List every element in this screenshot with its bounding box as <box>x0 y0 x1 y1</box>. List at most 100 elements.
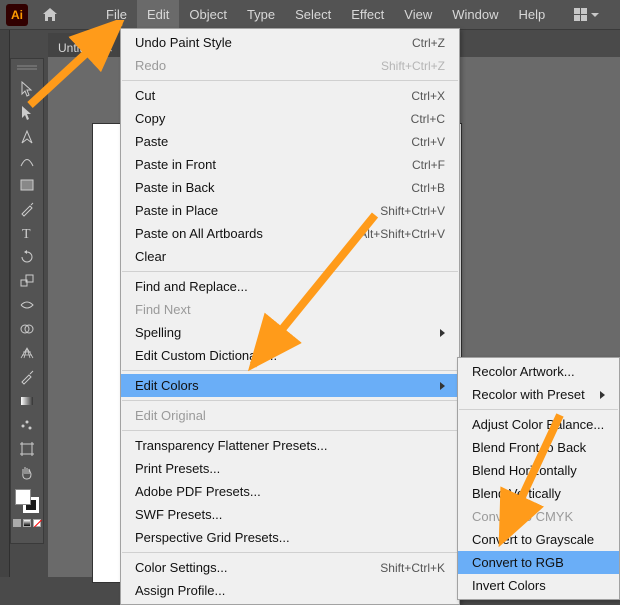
artboard-tool[interactable] <box>14 437 40 461</box>
menu-item[interactable]: Paste in Back Ctrl+B <box>121 176 459 199</box>
home-button[interactable] <box>38 3 62 27</box>
menu-item[interactable]: SWF Presets... <box>121 503 459 526</box>
scale-tool[interactable] <box>14 269 40 293</box>
perspective-grid-tool[interactable] <box>14 341 40 365</box>
menu-separator <box>122 400 458 401</box>
submenu-arrow-icon <box>440 329 445 337</box>
rectangle-tool[interactable] <box>14 173 40 197</box>
app-logo[interactable]: Ai <box>6 4 28 26</box>
menu-item-label: Paste in Front <box>135 157 216 172</box>
menu-item-label: Invert Colors <box>472 578 546 593</box>
submenu-arrow-icon <box>600 391 605 399</box>
menu-separator <box>122 80 458 81</box>
menu-item[interactable]: PasteCtrl+V <box>121 130 459 153</box>
hand-tool[interactable] <box>14 461 40 485</box>
tools-panel: T <box>10 58 44 544</box>
menu-item[interactable]: Edit Custom Dictionary... <box>121 344 459 367</box>
menu-item-label: Perspective Grid Presets... <box>135 530 290 545</box>
menu-item[interactable]: Recolor Artwork... <box>458 360 619 383</box>
menu-item-label: Find Next <box>135 302 191 317</box>
menu-separator <box>459 409 618 410</box>
menu-item[interactable]: Transparency Flattener Presets... <box>121 434 459 457</box>
menu-item: Edit Original <box>121 404 459 427</box>
menu-shortcut: Ctrl+B <box>411 181 445 195</box>
menu-item-label: Cut <box>135 88 155 103</box>
direct-selection-tool[interactable] <box>14 101 40 125</box>
menu-effect[interactable]: Effect <box>341 0 394 29</box>
menu-help[interactable]: Help <box>508 0 555 29</box>
width-tool[interactable] <box>14 293 40 317</box>
none-mode[interactable] <box>33 519 41 527</box>
menu-item[interactable]: Undo Paint StyleCtrl+Z <box>121 31 459 54</box>
gradient-tool[interactable] <box>14 389 40 413</box>
menu-shortcut: Alt+Shift+Ctrl+V <box>359 227 445 241</box>
menu-type[interactable]: Type <box>237 0 285 29</box>
menu-shortcut: Shift+Ctrl+K <box>380 561 445 575</box>
menu-item-label: Paste in Place <box>135 203 218 218</box>
menu-separator <box>122 271 458 272</box>
menu-item-label: Paste in Back <box>135 180 215 195</box>
menu-item[interactable]: Blend Vertically <box>458 482 619 505</box>
menu-item[interactable]: Perspective Grid Presets... <box>121 526 459 549</box>
type-tool[interactable]: T <box>14 221 40 245</box>
close-icon[interactable]: × <box>105 40 113 56</box>
menu-item-label: Recolor with Preset <box>472 387 585 402</box>
menu-window[interactable]: Window <box>442 0 508 29</box>
menu-item-label: Print Presets... <box>135 461 220 476</box>
menu-shortcut: Ctrl+C <box>411 112 445 126</box>
workspace-switcher[interactable] <box>571 5 602 24</box>
menu-item-label: Edit Original <box>135 408 206 423</box>
menu-item-label: Paste <box>135 134 168 149</box>
symbol-sprayer-tool[interactable] <box>14 413 40 437</box>
menu-view[interactable]: View <box>394 0 442 29</box>
menu-item[interactable]: CutCtrl+X <box>121 84 459 107</box>
fill-swatch[interactable] <box>15 489 31 505</box>
menu-edit[interactable]: Edit <box>137 0 179 29</box>
menu-shortcut: Ctrl+Z <box>412 36 445 50</box>
menu-item[interactable]: Assign Profile... <box>121 579 459 602</box>
selection-tool[interactable] <box>14 77 40 101</box>
menu-item[interactable]: Find and Replace... <box>121 275 459 298</box>
draw-mode-row <box>13 519 41 533</box>
menu-item[interactable]: Paste on All ArtboardsAlt+Shift+Ctrl+V <box>121 222 459 245</box>
menu-item-label: Copy <box>135 111 165 126</box>
menu-item[interactable]: Paste in Front Ctrl+F <box>121 153 459 176</box>
menu-item[interactable]: Edit Colors <box>121 374 459 397</box>
menu-select[interactable]: Select <box>285 0 341 29</box>
menu-item[interactable]: Paste in PlaceShift+Ctrl+V <box>121 199 459 222</box>
pen-tool[interactable] <box>14 125 40 149</box>
menu-item[interactable]: Print Presets... <box>121 457 459 480</box>
menu-item[interactable]: Blend Front to Back <box>458 436 619 459</box>
document-title: Untitled <box>58 41 99 55</box>
curvature-tool[interactable] <box>14 149 40 173</box>
menu-item: Find Next <box>121 298 459 321</box>
menu-item[interactable]: Color Settings...Shift+Ctrl+K <box>121 556 459 579</box>
menu-bar: Ai File Edit Object Type Select Effect V… <box>0 0 620 30</box>
menu-item[interactable]: Copy Ctrl+C <box>121 107 459 130</box>
shape-builder-tool[interactable] <box>14 317 40 341</box>
menu-shortcut: Ctrl+F <box>412 158 445 172</box>
menu-item[interactable]: Invert Colors <box>458 574 619 597</box>
menu-separator <box>122 552 458 553</box>
eyedropper-tool[interactable] <box>14 365 40 389</box>
menu-item[interactable]: Adjust Color Balance... <box>458 413 619 436</box>
menu-object[interactable]: Object <box>179 0 237 29</box>
color-mode[interactable] <box>13 519 21 527</box>
menu-file[interactable]: File <box>96 0 137 29</box>
menu-item[interactable]: Spelling <box>121 321 459 344</box>
document-tab[interactable]: Untitled × <box>48 33 123 57</box>
menu-item[interactable]: Blend Horizontally <box>458 459 619 482</box>
menu-item[interactable]: Convert to RGB <box>458 551 619 574</box>
menu-item[interactable]: Recolor with Preset <box>458 383 619 406</box>
menu-item: RedoShift+Ctrl+Z <box>121 54 459 77</box>
menu-item[interactable]: Adobe PDF Presets... <box>121 480 459 503</box>
fill-stroke-control[interactable] <box>15 489 39 513</box>
gradient-mode[interactable] <box>23 519 31 527</box>
panel-grip[interactable] <box>14 63 40 73</box>
menu-item-label: Edit Custom Dictionary... <box>135 348 277 363</box>
menu-item[interactable]: Convert to Grayscale <box>458 528 619 551</box>
home-icon <box>42 7 58 23</box>
menu-item[interactable]: Clear <box>121 245 459 268</box>
paintbrush-tool[interactable] <box>14 197 40 221</box>
rotate-tool[interactable] <box>14 245 40 269</box>
